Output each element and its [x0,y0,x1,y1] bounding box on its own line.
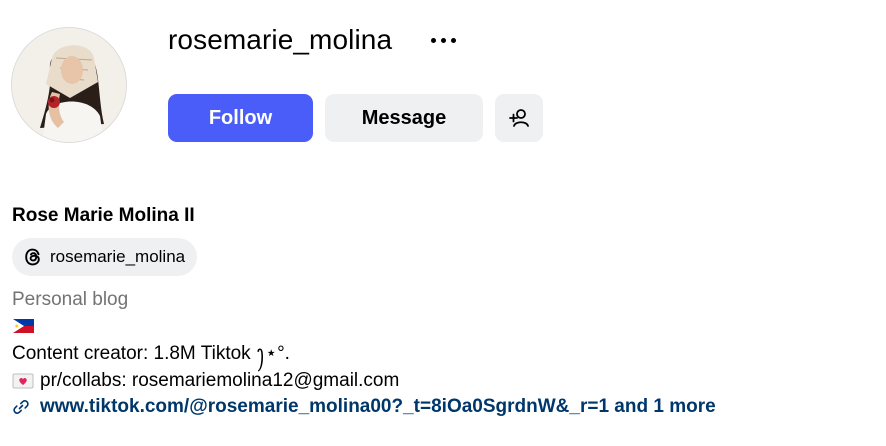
threads-handle: rosemarie_molina [50,247,186,266]
message-button[interactable]: Message [325,94,483,142]
threads-icon [25,248,40,266]
profile-external-link[interactable]: www.tiktok.com/@rosemarie_molina00?_t=8i… [12,395,716,419]
bio-line-1: Content creator: 1.8M Tiktok ꫂ⋆°. [12,343,290,364]
more-options-button[interactable] [420,26,466,54]
profile-username: rosemarie_molina [168,24,393,55]
avatar-photo [12,28,126,142]
more-dot [450,37,456,43]
person-add-icon [509,109,529,127]
link-text[interactable]: www.tiktok.com/@rosemarie_molina00?_t=8i… [40,395,716,419]
threads-profile-link[interactable]: rosemarie_molina [12,238,198,276]
more-horizontal-icon [430,37,436,43]
profile-avatar[interactable] [11,27,127,143]
bio-line-2: pr/collabs: rosemariemolina12@gmail.com [12,369,399,393]
suggested-accounts-button[interactable] [495,94,543,142]
philippines-flag-icon: 🇵🇭 [13,319,34,333]
more-dot [440,37,446,43]
profile-category: Personal blog [12,289,129,310]
link-icon [13,400,29,414]
bio-contact-text: pr/collabs: rosemariemolina12@gmail.com [40,370,400,391]
love-letter-icon [12,373,34,389]
profile-full-name: Rose Marie Molina II [12,205,195,226]
follow-button[interactable]: Follow [168,94,313,142]
